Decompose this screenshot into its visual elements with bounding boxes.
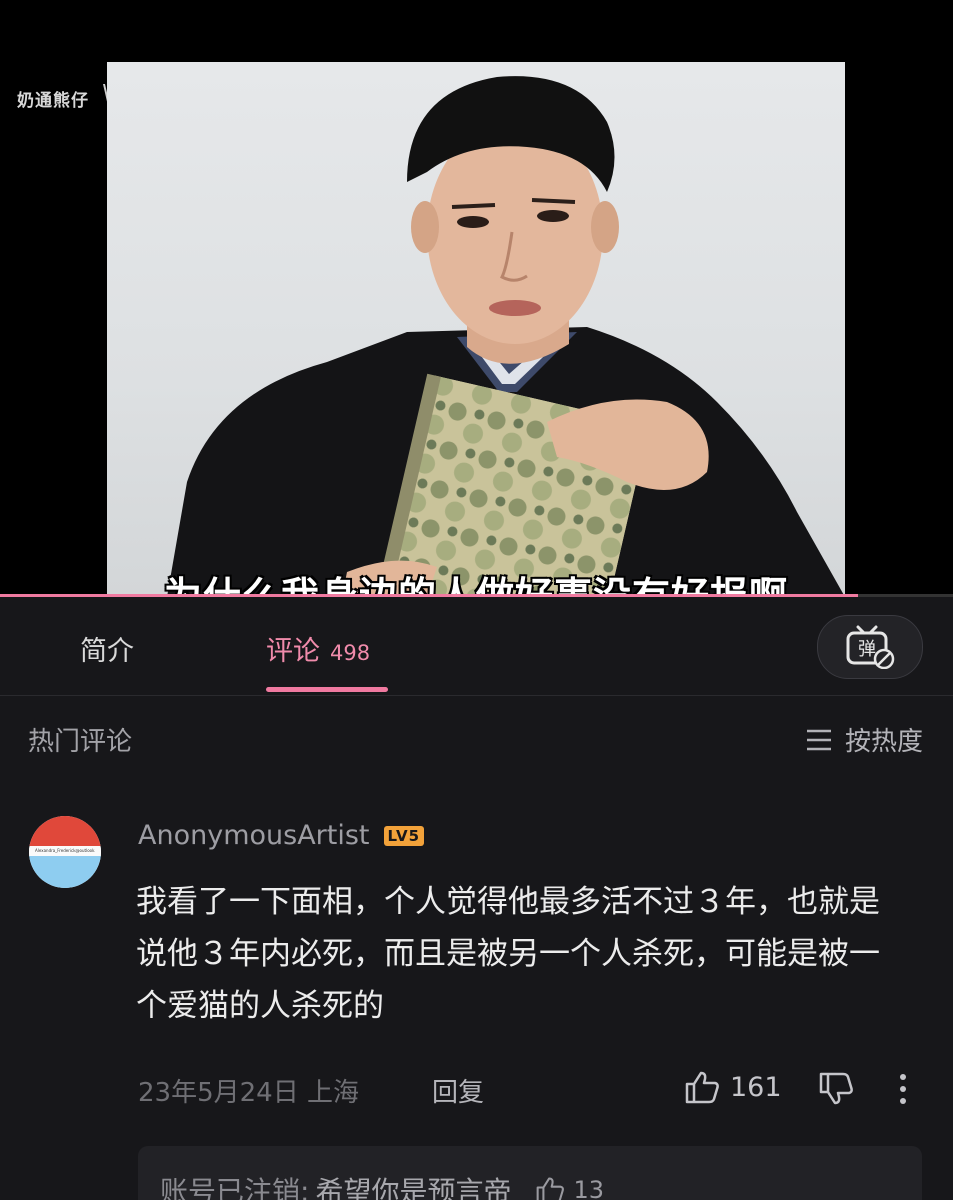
- danmaku-toggle-button[interactable]: 弹: [817, 615, 923, 679]
- danmaku-toggle-icon: 弹: [846, 625, 895, 669]
- reply-author[interactable]: 账号已注销:: [160, 1170, 309, 1200]
- tab-comments[interactable]: 评论 498: [266, 629, 370, 668]
- content-tabs: 简介 评论 498 弹: [0, 597, 953, 696]
- sort-label: 按热度: [844, 727, 923, 757]
- thumbs-down-icon[interactable]: [818, 1072, 854, 1106]
- tab-intro[interactable]: 简介: [80, 629, 134, 668]
- reply-preview[interactable]: 账号已注销: 希望你是预言帝 13: [138, 1146, 922, 1200]
- channel-watermark: 奶通熊仔: [17, 91, 89, 111]
- video-subtitle: 为什么我身边的人做好事没有好报啊: [163, 573, 788, 597]
- reply-like[interactable]: 13: [535, 1176, 604, 1200]
- like-count: 161: [730, 1071, 782, 1103]
- active-tab-indicator: [266, 687, 388, 692]
- more-options-icon[interactable]: [896, 1073, 910, 1105]
- tab-comments-label: 评论: [266, 636, 320, 667]
- username-text: AnonymousArtist: [138, 820, 370, 851]
- reply-item: 账号已注销: 希望你是预言帝 13: [160, 1170, 604, 1200]
- reply-like-count: 13: [573, 1176, 604, 1200]
- reply-body: 希望你是预言帝: [315, 1175, 512, 1200]
- level-badge: LV5: [383, 825, 425, 846]
- thumbs-up-icon: [685, 1071, 719, 1104]
- svg-text:弹: 弹: [858, 639, 876, 660]
- video-player[interactable]: 奶通熊仔 为什么我身边的人做好事没有好报啊: [0, 0, 953, 597]
- avatar[interactable]: Alexandra_Frederick@outlook.com: [29, 816, 101, 888]
- video-comment-page: 奶通熊仔 为什么我身边的人做好事没有好报啊 简介 评论 498 弹 热门评论 按…: [0, 0, 953, 1200]
- comment-body[interactable]: 我看了一下面相，个人觉得他最多活不过３年，也就是说他３年内必死，而且是被另一个人…: [136, 876, 896, 1032]
- sort-by-popularity-button[interactable]: 按热度: [805, 721, 923, 758]
- hot-comments-title: 热门评论: [28, 727, 133, 757]
- comments-count: 498: [330, 641, 371, 665]
- like-button[interactable]: 161: [684, 1070, 782, 1104]
- avatar-red-band: [29, 816, 101, 846]
- video-frame: 为什么我身边的人做好事没有好报啊: [107, 62, 845, 597]
- reply-button[interactable]: 回复: [432, 1072, 484, 1109]
- comment-timestamp-location: 23年5月24日 上海: [138, 1078, 359, 1108]
- thumbs-up-icon: [537, 1177, 565, 1200]
- comment-author[interactable]: AnonymousArtist LV5: [138, 820, 425, 851]
- sort-menu-icon: [806, 729, 831, 750]
- avatar-caption: Alexandra_Frederick@outlook.com: [35, 848, 95, 853]
- avatar-blue-band: [29, 856, 101, 888]
- video-still-image: [167, 76, 845, 597]
